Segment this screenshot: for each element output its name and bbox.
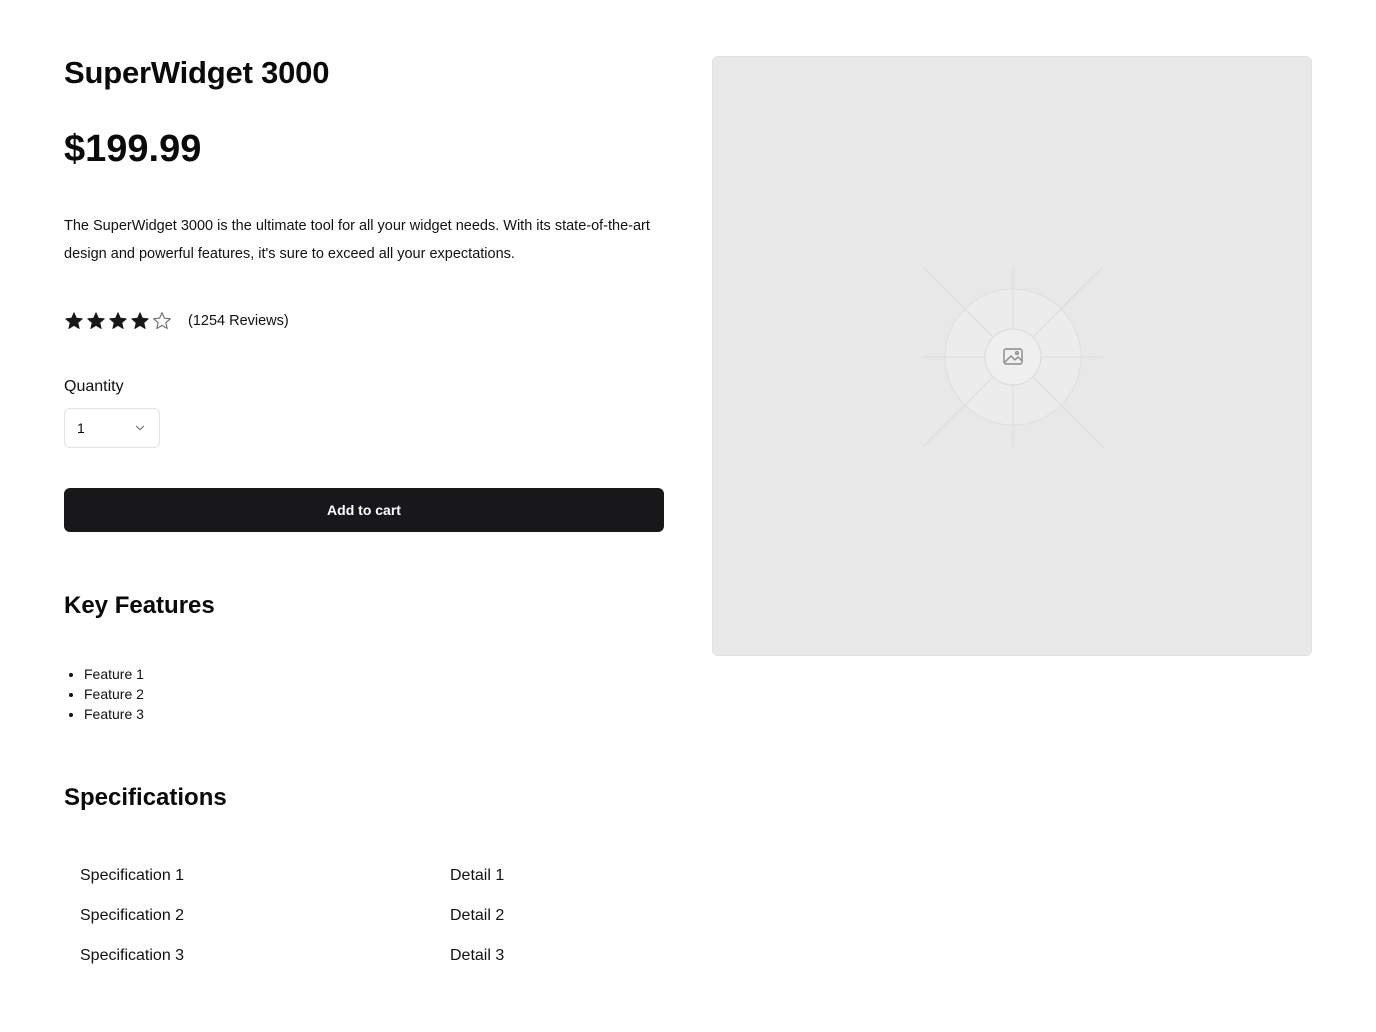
product-image (712, 56, 1312, 656)
quantity-value: 1 (77, 420, 85, 436)
quantity-label: Quantity (64, 378, 124, 395)
feature-item: Feature 1 (84, 664, 144, 684)
star-filled-icon (65, 312, 83, 329)
star-filled-icon (131, 312, 149, 329)
product-price: $199.99 (64, 128, 202, 170)
rating-stars (64, 310, 172, 332)
product-rating: (1254 Reviews) (64, 310, 289, 332)
table-row: Specification 3 Detail 3 (64, 936, 664, 976)
table-row: Specification 2 Detail 2 (64, 896, 664, 936)
specifications-table: Specification 1 Detail 1 Specification 2… (64, 856, 664, 976)
star-filled-icon (109, 312, 127, 329)
specifications-heading: Specifications (64, 784, 227, 811)
chevron-down-icon (135, 425, 145, 431)
features-list: Feature 1 Feature 2 Feature 3 (84, 664, 144, 724)
spec-name: Specification 3 (80, 947, 185, 964)
table-row: Specification 1 Detail 1 (64, 856, 664, 896)
feature-item: Feature 3 (84, 704, 144, 724)
spec-detail: Detail 2 (450, 907, 505, 924)
spec-name: Specification 1 (80, 867, 185, 884)
feature-item: Feature 2 (84, 684, 144, 704)
spec-name: Specification 2 (80, 907, 185, 924)
image-placeholder-graphic (922, 266, 1104, 448)
spec-detail: Detail 3 (450, 947, 505, 964)
star-empty-icon (153, 312, 171, 330)
product-description: The SuperWidget 3000 is the ultimate too… (64, 218, 650, 262)
product-title: SuperWidget 3000 (64, 55, 330, 90)
quantity-select[interactable]: 1 (64, 408, 160, 448)
star-filled-icon (87, 312, 105, 329)
review-count: (1254 Reviews) (188, 313, 289, 329)
features-heading: Key Features (64, 592, 215, 619)
spec-detail: Detail 1 (450, 867, 505, 884)
add-to-cart-button[interactable]: Add to cart (64, 488, 664, 532)
